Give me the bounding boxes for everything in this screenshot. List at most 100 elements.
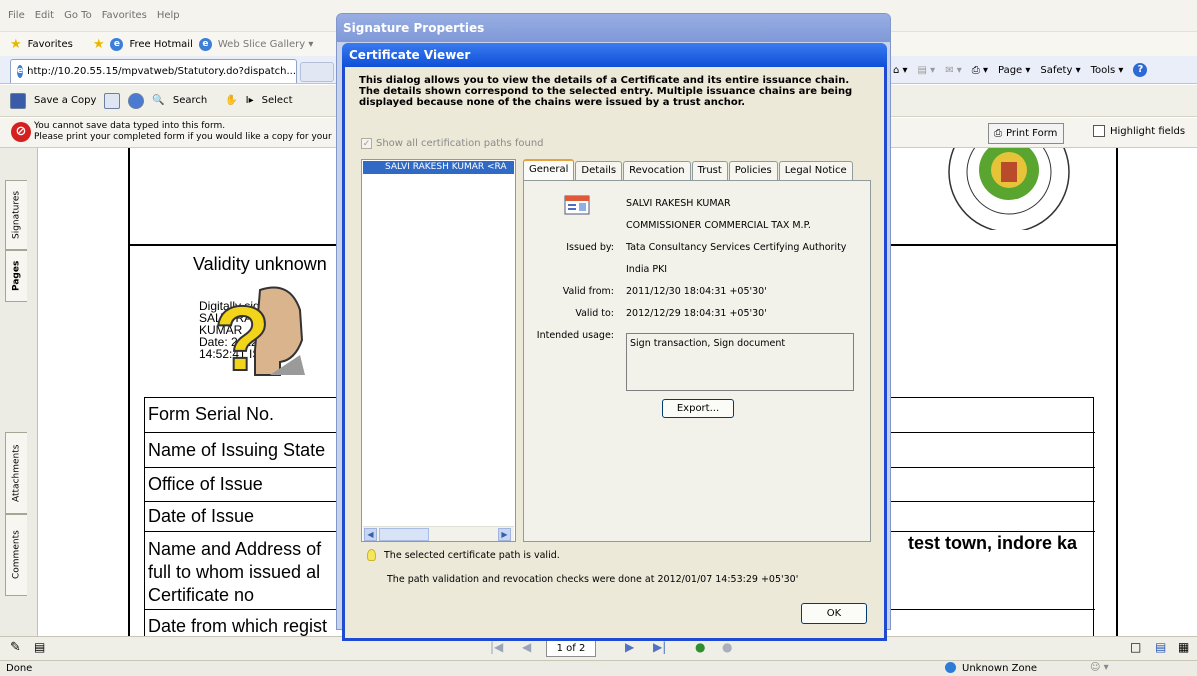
previous-page-icon[interactable]: ◀ bbox=[522, 640, 531, 654]
highlight-label: Highlight fields bbox=[1110, 125, 1186, 137]
show-all-paths-checkbox[interactable]: ✓ bbox=[361, 138, 372, 149]
save-icon[interactable] bbox=[10, 92, 26, 109]
feeds-icon[interactable]: ▤ ▾ bbox=[918, 65, 936, 76]
unknown-validity-icon[interactable]: ? bbox=[210, 280, 330, 380]
valid-from-value: 2011/12/30 18:04:31 +05'30' bbox=[626, 286, 767, 297]
path-list-scrollbar[interactable]: ◀ ▶ bbox=[363, 526, 514, 541]
path-entry-selected[interactable]: SALVI RAKESH KUMAR <RA bbox=[363, 161, 514, 174]
menu-favorites[interactable]: Favorites bbox=[102, 10, 147, 21]
browser-statusbar: Done Unknown Zone ☺ ▾ bbox=[0, 660, 1197, 676]
svg-text:?: ? bbox=[214, 288, 270, 380]
navigation-panel: Signatures Pages Attachments Comments bbox=[0, 148, 38, 636]
issued-by-org: India PKI bbox=[626, 264, 668, 275]
menu-help[interactable]: Help bbox=[157, 10, 180, 21]
scroll-right-icon[interactable]: ▶ bbox=[498, 528, 511, 541]
scroll-left-icon[interactable]: ◀ bbox=[364, 528, 377, 541]
valid-to-label: Valid to: bbox=[575, 308, 614, 319]
attachments-tab[interactable]: Attachments bbox=[5, 432, 27, 514]
safety-menu[interactable]: Safety ▾ bbox=[1040, 65, 1080, 76]
ie-command-bar: ⌂ ▾ ▤ ▾ ✉ ▾ ⎙ ▾ Page ▾ Safety ▾ Tools ▾ … bbox=[893, 59, 1148, 81]
continuous-icon[interactable]: ▤ bbox=[1155, 640, 1166, 654]
tab-details[interactable]: Details bbox=[575, 161, 623, 180]
valid-to-value: 2012/12/29 18:04:31 +05'30' bbox=[626, 308, 767, 319]
print-icon[interactable] bbox=[104, 92, 121, 109]
certificate-icon bbox=[564, 195, 590, 215]
page-options-icon[interactable]: ▤ bbox=[34, 640, 45, 654]
new-tab-button[interactable] bbox=[300, 62, 334, 82]
globe-icon bbox=[945, 662, 956, 673]
mail-icon[interactable]: ✉ ▾ bbox=[945, 65, 962, 76]
certificate-viewer-dialog: Certificate Viewer This dialog allows yo… bbox=[342, 43, 887, 641]
add-favorite-icon[interactable]: ★ bbox=[93, 37, 105, 52]
email-icon[interactable] bbox=[128, 92, 145, 109]
search-button[interactable]: Search bbox=[173, 95, 207, 106]
single-page-icon[interactable]: □ bbox=[1130, 640, 1141, 654]
row-label: Name and Address of bbox=[148, 539, 322, 559]
help-icon[interactable]: ? bbox=[1133, 63, 1148, 77]
pages-tab[interactable]: Pages bbox=[5, 250, 27, 302]
menu-file[interactable]: File bbox=[8, 10, 25, 21]
signature-validity-text: Validity unknown bbox=[193, 254, 327, 274]
scroll-thumb[interactable] bbox=[379, 528, 429, 541]
menu-goto[interactable]: Go To bbox=[64, 10, 92, 21]
comments-tab[interactable]: Comments bbox=[5, 514, 27, 596]
select-tool-icon[interactable]: I▸ bbox=[246, 95, 254, 106]
tools-menu[interactable]: Tools ▾ bbox=[1091, 65, 1124, 76]
lightbulb-icon bbox=[367, 549, 376, 561]
browser-tab[interactable]: e http://10.20.55.15/mpvatweb/Statutory.… bbox=[10, 59, 297, 83]
issued-by-value: Tata Consultancy Services Certifying Aut… bbox=[626, 242, 847, 253]
print-icon[interactable]: ⎙ ▾ bbox=[972, 65, 988, 76]
fav-web-slice-gallery[interactable]: Web Slice Gallery ▾ bbox=[218, 39, 314, 50]
subject-name: SALVI RAKESH KUMAR bbox=[626, 198, 731, 209]
last-page-icon[interactable]: ▶| bbox=[653, 640, 666, 654]
printer-icon: ⎙ bbox=[994, 128, 1002, 139]
export-button[interactable]: Export... bbox=[662, 399, 734, 418]
show-all-paths-option: ✓ Show all certification paths found bbox=[361, 138, 544, 149]
next-page-icon[interactable]: ▶ bbox=[625, 640, 634, 654]
first-page-icon[interactable]: |◀ bbox=[490, 640, 503, 654]
path-valid-text: The selected certificate path is valid. bbox=[384, 549, 560, 561]
tab-revocation[interactable]: Revocation bbox=[623, 161, 691, 180]
next-view-icon[interactable]: ● bbox=[722, 640, 732, 654]
print-form-button[interactable]: ⎙ Print Form bbox=[988, 123, 1064, 144]
intended-usage-label: Intended usage: bbox=[536, 330, 614, 341]
zoom-icon[interactable]: ☺ ▾ bbox=[1090, 662, 1109, 673]
page-menu[interactable]: Page ▾ bbox=[998, 65, 1030, 76]
message-text: You cannot save data typed into this for… bbox=[34, 121, 332, 143]
menu-edit[interactable]: Edit bbox=[35, 10, 54, 21]
ie-icon: e bbox=[110, 37, 124, 51]
tab-general[interactable]: General bbox=[523, 159, 575, 180]
tab-legal-notice[interactable]: Legal Notice bbox=[778, 161, 853, 180]
ie-icon: e bbox=[198, 37, 212, 51]
favorites-star-icon[interactable]: ★ bbox=[10, 37, 22, 52]
certificate-path-list[interactable]: SALVI RAKESH KUMAR <RA ◀ ▶ bbox=[361, 159, 516, 542]
path-valid-message: The selected certificate path is valid. bbox=[367, 549, 560, 561]
print-form-label: Print Form bbox=[1006, 128, 1058, 139]
highlight-fields-toggle[interactable]: Highlight fields bbox=[1093, 125, 1185, 137]
ok-button[interactable]: OK bbox=[801, 603, 867, 624]
select-button[interactable]: Select bbox=[262, 95, 293, 106]
favorites-button[interactable]: Favorites bbox=[28, 39, 73, 50]
row-label: Certificate no bbox=[148, 585, 255, 605]
facing-icon[interactable]: ▦ bbox=[1178, 640, 1189, 654]
page-number-field[interactable]: 1 of 2 bbox=[546, 640, 596, 657]
highlight-checkbox[interactable] bbox=[1093, 125, 1105, 137]
address-value: test town, indore ka bbox=[908, 533, 1078, 553]
fav-free-hotmail[interactable]: Free Hotmail bbox=[129, 39, 192, 50]
ie-icon: e bbox=[17, 65, 24, 78]
row-label: Date of Issue bbox=[148, 506, 255, 526]
row-label: Office of Issue bbox=[148, 474, 263, 494]
message-line-1: You cannot save data typed into this for… bbox=[34, 121, 226, 131]
previous-view-icon[interactable]: ● bbox=[695, 640, 705, 654]
hand-tool-icon[interactable]: ✋ bbox=[225, 95, 237, 106]
edit-icon[interactable]: ✎ bbox=[10, 640, 21, 655]
search-icon[interactable]: 🔍 bbox=[152, 95, 164, 106]
signatures-tab[interactable]: Signatures bbox=[5, 180, 27, 250]
tab-policies[interactable]: Policies bbox=[728, 161, 778, 180]
revocation-check-text: The path validation and revocation check… bbox=[387, 574, 799, 585]
home-icon[interactable]: ⌂ ▾ bbox=[893, 65, 908, 76]
save-copy-button[interactable]: Save a Copy bbox=[34, 95, 96, 106]
certificate-viewer-title: Certificate Viewer bbox=[342, 43, 887, 67]
tab-trust[interactable]: Trust bbox=[691, 161, 728, 180]
zone-text: Unknown Zone bbox=[962, 663, 1038, 674]
